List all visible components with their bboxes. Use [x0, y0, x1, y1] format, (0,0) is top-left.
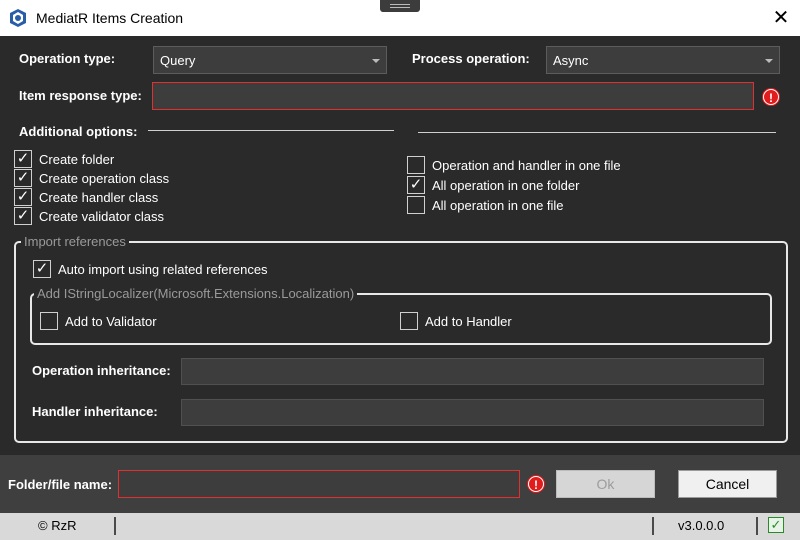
operation-inheritance-label: Operation inheritance: [32, 363, 171, 378]
create-folder-checkbox[interactable]: ✓ [14, 150, 32, 168]
status-separator [652, 517, 654, 535]
operation-type-select[interactable]: Query [153, 46, 387, 74]
divider [418, 132, 776, 133]
all-operation-one-file-checkbox[interactable] [407, 196, 425, 214]
create-handler-class-label: Create handler class [39, 190, 159, 205]
process-operation-label: Process operation: [412, 51, 530, 66]
add-to-handler-label: Add to Handler [425, 314, 512, 329]
drag-grip-icon[interactable] [380, 0, 420, 12]
all-operation-one-file-label: All operation in one file [432, 198, 564, 213]
divider [148, 130, 394, 131]
all-operation-one-folder-checkbox[interactable]: ✓ [407, 176, 425, 194]
item-response-type-input[interactable] [152, 82, 754, 110]
folder-file-name-input[interactable] [118, 470, 520, 498]
localizer-legend: Add IStringLocalizer(Microsoft.Extension… [34, 286, 358, 301]
create-operation-class-checkbox[interactable]: ✓ [14, 169, 32, 187]
create-operation-class-label: Create operation class [39, 171, 170, 186]
app-icon [10, 9, 26, 27]
copyright-text: © RzR [38, 518, 77, 533]
add-to-validator-checkbox[interactable] [40, 312, 58, 330]
operation-type-label: Operation type: [19, 51, 116, 66]
create-validator-class-checkbox[interactable]: ✓ [14, 207, 32, 225]
import-references-legend: Import references [21, 234, 129, 249]
ok-button[interactable]: Ok [556, 470, 655, 498]
chevron-down-icon [372, 59, 380, 63]
process-operation-value: Async [553, 53, 589, 68]
cancel-button[interactable]: Cancel [678, 470, 777, 498]
status-separator [114, 517, 116, 535]
auto-import-label: Auto import using related references [58, 262, 268, 277]
folder-file-name-label: Folder/file name: [8, 477, 113, 492]
operation-handler-one-file-label: Operation and handler in one file [432, 158, 621, 173]
close-button[interactable]: ✕ [766, 4, 796, 32]
item-response-type-label: Item response type: [19, 88, 142, 103]
auto-import-checkbox[interactable]: ✓ [33, 260, 51, 278]
chevron-down-icon [765, 59, 773, 63]
status-separator [756, 517, 758, 535]
status-ok-icon: ✓ [768, 517, 784, 533]
additional-options-label: Additional options: [19, 124, 138, 139]
handler-inheritance-input[interactable] [181, 399, 764, 426]
add-to-handler-checkbox[interactable] [400, 312, 418, 330]
process-operation-select[interactable]: Async [546, 46, 780, 74]
version-text: v3.0.0.0 [678, 518, 725, 533]
create-folder-label: Create folder [39, 152, 115, 167]
window-title: MediatR Items Creation [36, 10, 184, 26]
operation-handler-one-file-checkbox[interactable] [407, 156, 425, 174]
create-validator-class-label: Create validator class [39, 209, 164, 224]
operation-type-value: Query [160, 53, 196, 68]
create-handler-class-checkbox[interactable]: ✓ [14, 188, 32, 206]
error-icon: ! [763, 89, 779, 105]
add-to-validator-label: Add to Validator [65, 314, 157, 329]
operation-inheritance-input[interactable] [181, 358, 764, 385]
error-icon: ! [528, 476, 544, 492]
handler-inheritance-label: Handler inheritance: [32, 404, 158, 419]
all-operation-one-folder-label: All operation in one folder [432, 178, 580, 193]
